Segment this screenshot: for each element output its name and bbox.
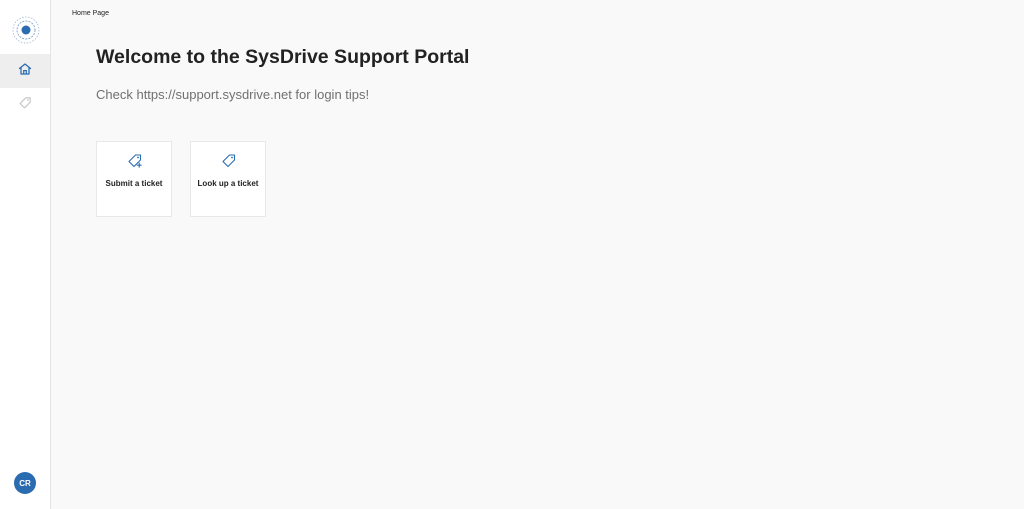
card-label: Submit a ticket <box>105 179 163 188</box>
sidebar: CR <box>0 0 51 509</box>
submit-ticket-card[interactable]: Submit a ticket <box>96 141 172 217</box>
lookup-ticket-card[interactable]: Look up a ticket <box>190 141 266 217</box>
avatar-initials: CR <box>19 478 31 488</box>
sidebar-item-tickets[interactable] <box>0 88 50 122</box>
home-icon <box>18 62 32 81</box>
breadcrumb: Home Page <box>72 10 109 17</box>
logo-icon <box>11 15 41 45</box>
tag-icon <box>221 153 237 169</box>
tag-icon <box>18 96 32 115</box>
card-label: Look up a ticket <box>197 179 259 188</box>
avatar[interactable]: CR <box>14 472 36 494</box>
tag-plus-icon <box>127 153 143 169</box>
page-subtitle: Check https://support.sysdrive.net for l… <box>96 87 370 102</box>
sidebar-item-home[interactable] <box>0 54 50 88</box>
page-title: Welcome to the SysDrive Support Portal <box>96 46 470 68</box>
